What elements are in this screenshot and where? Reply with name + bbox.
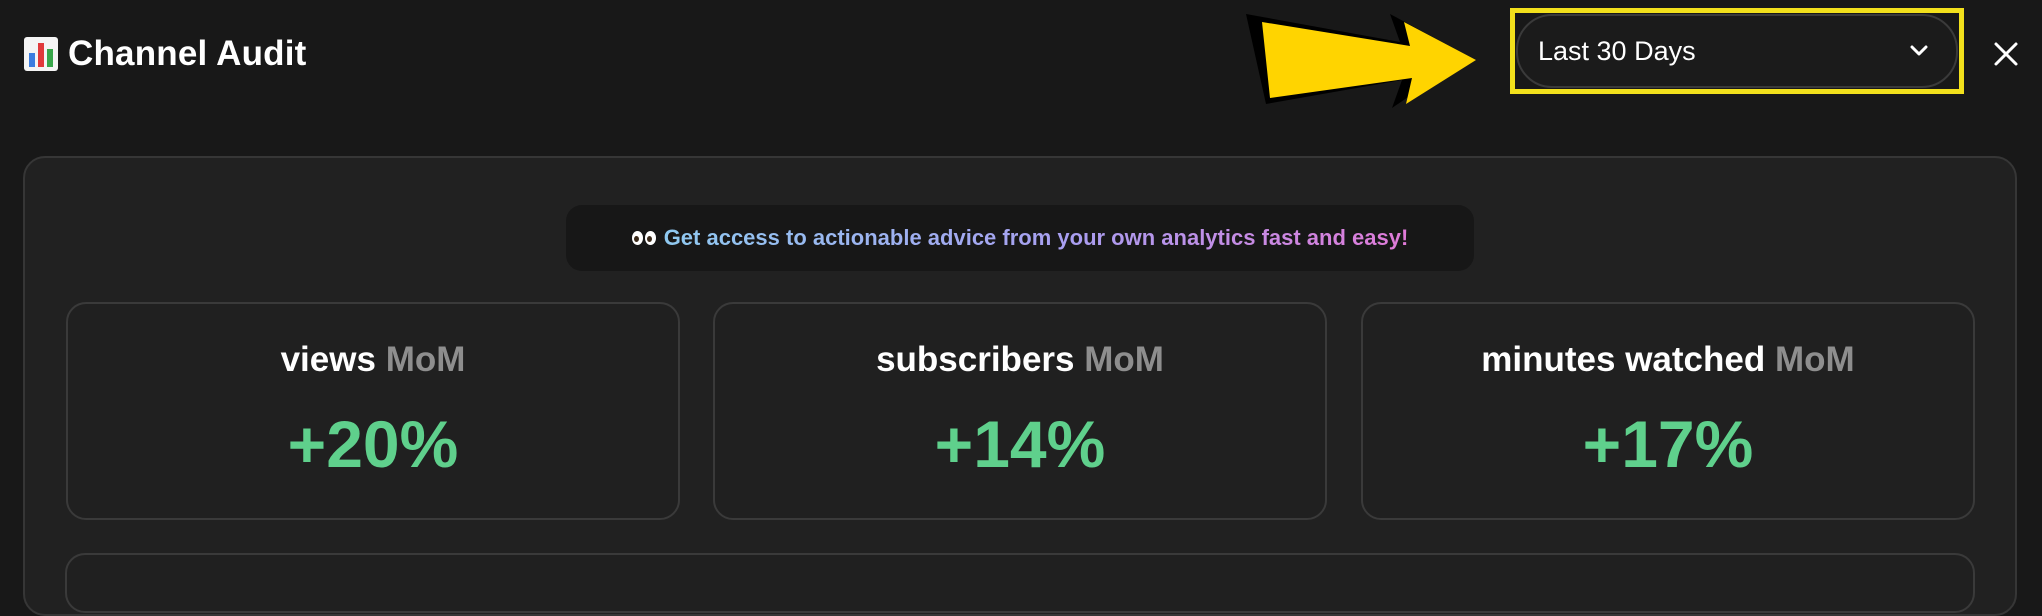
header-bar: Channel Audit Last 30 Days <box>0 0 2042 108</box>
close-icon <box>1994 42 2018 66</box>
date-range-value: Last 30 Days <box>1538 35 1696 66</box>
stat-label-text: views <box>280 340 376 379</box>
annotation-arrow-icon <box>1246 14 1476 108</box>
stat-card-minutes-watched: minutes watched MoM +17% <box>1361 302 1975 520</box>
stat-label: subscribers MoM <box>715 340 1325 380</box>
stat-card-subscribers: subscribers MoM +14% <box>713 302 1327 520</box>
stat-label-text: subscribers <box>876 340 1075 379</box>
date-range-dropdown[interactable]: Last 30 Days <box>1516 14 1958 88</box>
stat-label-text: minutes watched <box>1481 340 1766 379</box>
stat-card-views: views MoM +20% <box>66 302 680 520</box>
stat-label: minutes watched MoM <box>1363 340 1973 380</box>
page-title-text: Channel Audit <box>68 34 307 73</box>
stat-label: views MoM <box>68 340 678 380</box>
page-title: Channel Audit <box>24 30 307 78</box>
stat-value: +17% <box>1582 407 1754 481</box>
stat-value: +14% <box>934 407 1106 481</box>
stat-suffix: MoM <box>1774 340 1855 379</box>
stat-suffix: MoM <box>1084 340 1164 379</box>
promo-text: Get access to actionable advice from you… <box>663 225 1409 250</box>
bar-chart-icon <box>24 37 58 71</box>
promo-banner[interactable]: Get access to actionable advice from you… <box>566 205 1474 271</box>
lower-card <box>65 553 1975 613</box>
stat-value: +20% <box>287 407 459 481</box>
chevron-down-icon <box>1908 40 1930 62</box>
close-button[interactable] <box>1990 38 2022 70</box>
eyes-icon <box>631 231 656 245</box>
stat-suffix: MoM <box>385 340 466 379</box>
